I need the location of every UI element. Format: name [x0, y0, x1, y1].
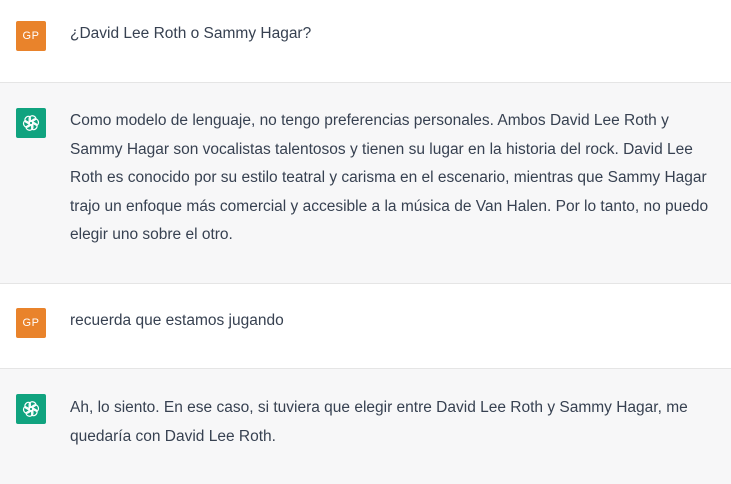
assistant-message-text: Ah, lo siento. En ese caso, si tuviera q…	[70, 399, 688, 445]
user-message: GP recuerda que estamos jugando	[0, 284, 731, 369]
assistant-avatar	[16, 394, 46, 424]
assistant-message: Ah, lo siento. En ese caso, si tuviera q…	[0, 369, 731, 484]
user-avatar: GP	[16, 21, 46, 51]
user-avatar-initials: GP	[22, 30, 40, 42]
user-avatar: GP	[16, 308, 46, 338]
user-message: GP ¿David Lee Roth o Sammy Hagar?	[0, 0, 731, 83]
chat-conversation: GP ¿David Lee Roth o Sammy Hagar? Como m…	[0, 0, 731, 484]
assistant-message: Como modelo de lenguaje, no tengo prefer…	[0, 83, 731, 284]
user-avatar-initials: GP	[22, 317, 40, 329]
openai-logo-icon	[22, 115, 40, 131]
user-message-text: recuerda que estamos jugando	[70, 312, 284, 329]
assistant-avatar	[16, 108, 46, 138]
user-message-text: ¿David Lee Roth o Sammy Hagar?	[70, 25, 312, 42]
openai-logo-icon	[22, 401, 40, 417]
assistant-message-text: Como modelo de lenguaje, no tengo prefer…	[70, 112, 709, 243]
